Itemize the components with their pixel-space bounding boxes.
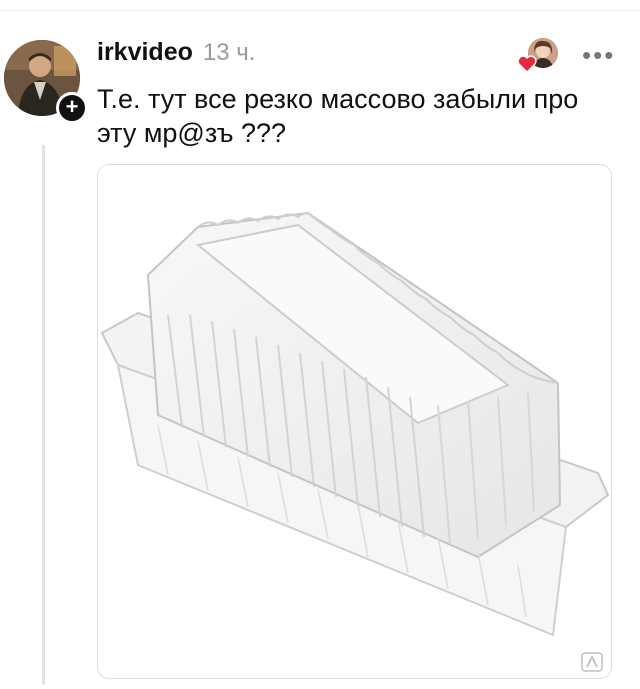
post-timestamp: 13 ч. — [202, 39, 256, 66]
post-text: Т.е. тут все резко массово забыли про эт… — [97, 84, 579, 148]
follow-plus-icon[interactable]: + — [56, 92, 88, 124]
post-screen: + irkvideo 13 ч. ••• Т.е. тут все резко … — [0, 0, 640, 689]
heart-icon — [517, 55, 537, 73]
post-image[interactable] — [97, 164, 612, 679]
post-header: irkvideo 13 ч. — [97, 38, 255, 67]
author-avatar-wrap[interactable]: + — [4, 40, 88, 124]
thread-line — [42, 145, 45, 685]
username-link[interactable]: irkvideo — [97, 38, 193, 67]
container-illustration — [98, 165, 611, 678]
more-icon[interactable]: ••• — [582, 40, 615, 71]
watermark-logo-icon — [581, 652, 603, 672]
divider — [0, 10, 640, 11]
